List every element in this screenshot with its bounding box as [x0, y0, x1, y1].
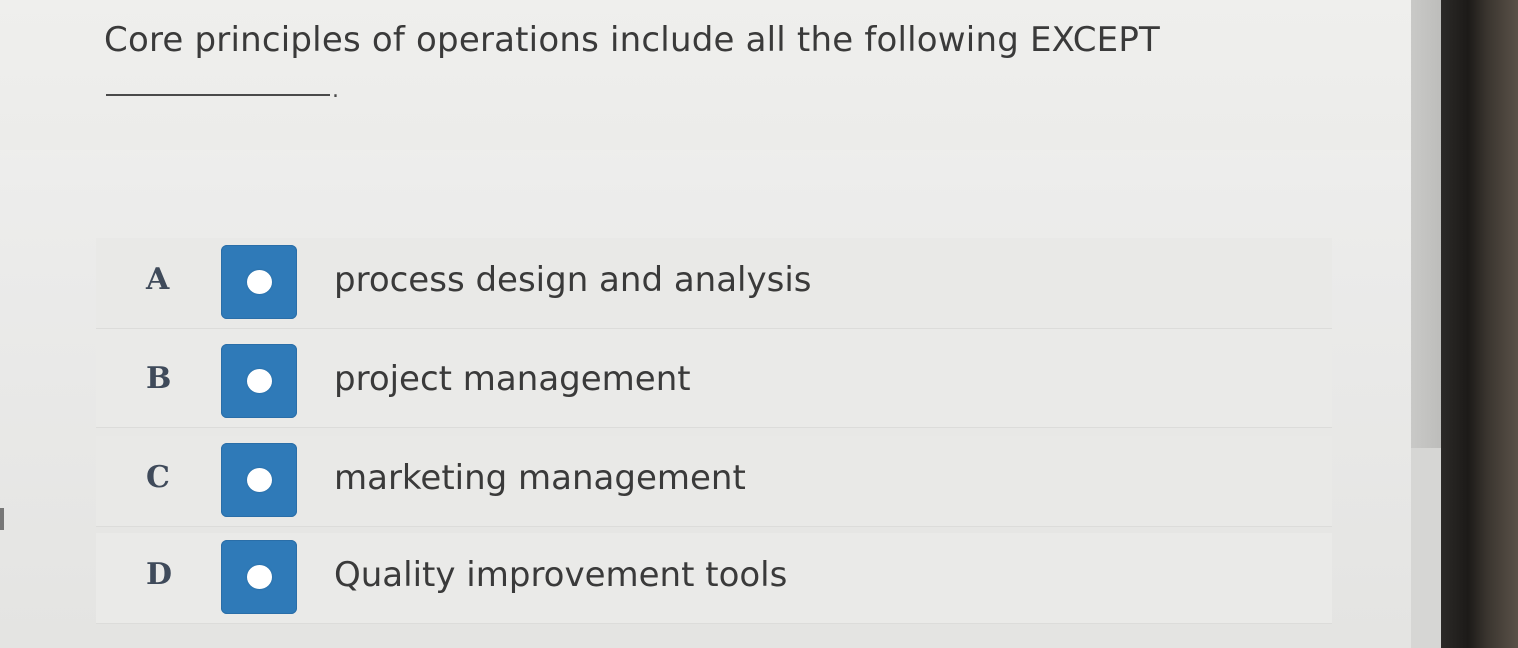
radio-circle-icon	[247, 270, 272, 294]
option-c[interactable]: C marketing management	[96, 436, 1332, 527]
option-a-label[interactable]: process design and analysis	[334, 260, 812, 300]
option-b-letter: B	[146, 361, 172, 396]
option-d-label[interactable]: Quality improvement tools	[334, 555, 787, 595]
scrollbar-track[interactable]	[1411, 448, 1441, 648]
option-c-radio-button[interactable]	[221, 443, 297, 517]
option-a[interactable]: A process design and analysis	[96, 238, 1332, 329]
quiz-screen: Core principles of operations include al…	[0, 0, 1440, 648]
option-b[interactable]: B project management	[96, 337, 1332, 428]
left-edge-marker	[0, 508, 4, 530]
option-c-letter: C	[146, 460, 170, 495]
radio-circle-icon	[247, 468, 272, 492]
option-b-radio-button[interactable]	[221, 344, 297, 418]
answer-blank	[106, 94, 330, 96]
monitor-bezel	[1441, 0, 1518, 648]
radio-circle-icon	[247, 565, 272, 589]
question-area: Core principles of operations include al…	[0, 0, 1440, 150]
blank-period: .	[332, 78, 339, 103]
scrollbar-thumb[interactable]	[1411, 0, 1441, 448]
option-d-letter: D	[146, 557, 173, 592]
option-a-letter: A	[146, 262, 170, 297]
option-d[interactable]: D Quality improvement tools	[96, 533, 1332, 624]
radio-circle-icon	[247, 369, 272, 393]
question-text: Core principles of operations include al…	[104, 20, 1160, 60]
option-a-radio-button[interactable]	[221, 245, 297, 319]
option-d-radio-button[interactable]	[221, 540, 297, 614]
option-b-label[interactable]: project management	[334, 359, 691, 399]
option-c-label[interactable]: marketing management	[334, 458, 746, 498]
